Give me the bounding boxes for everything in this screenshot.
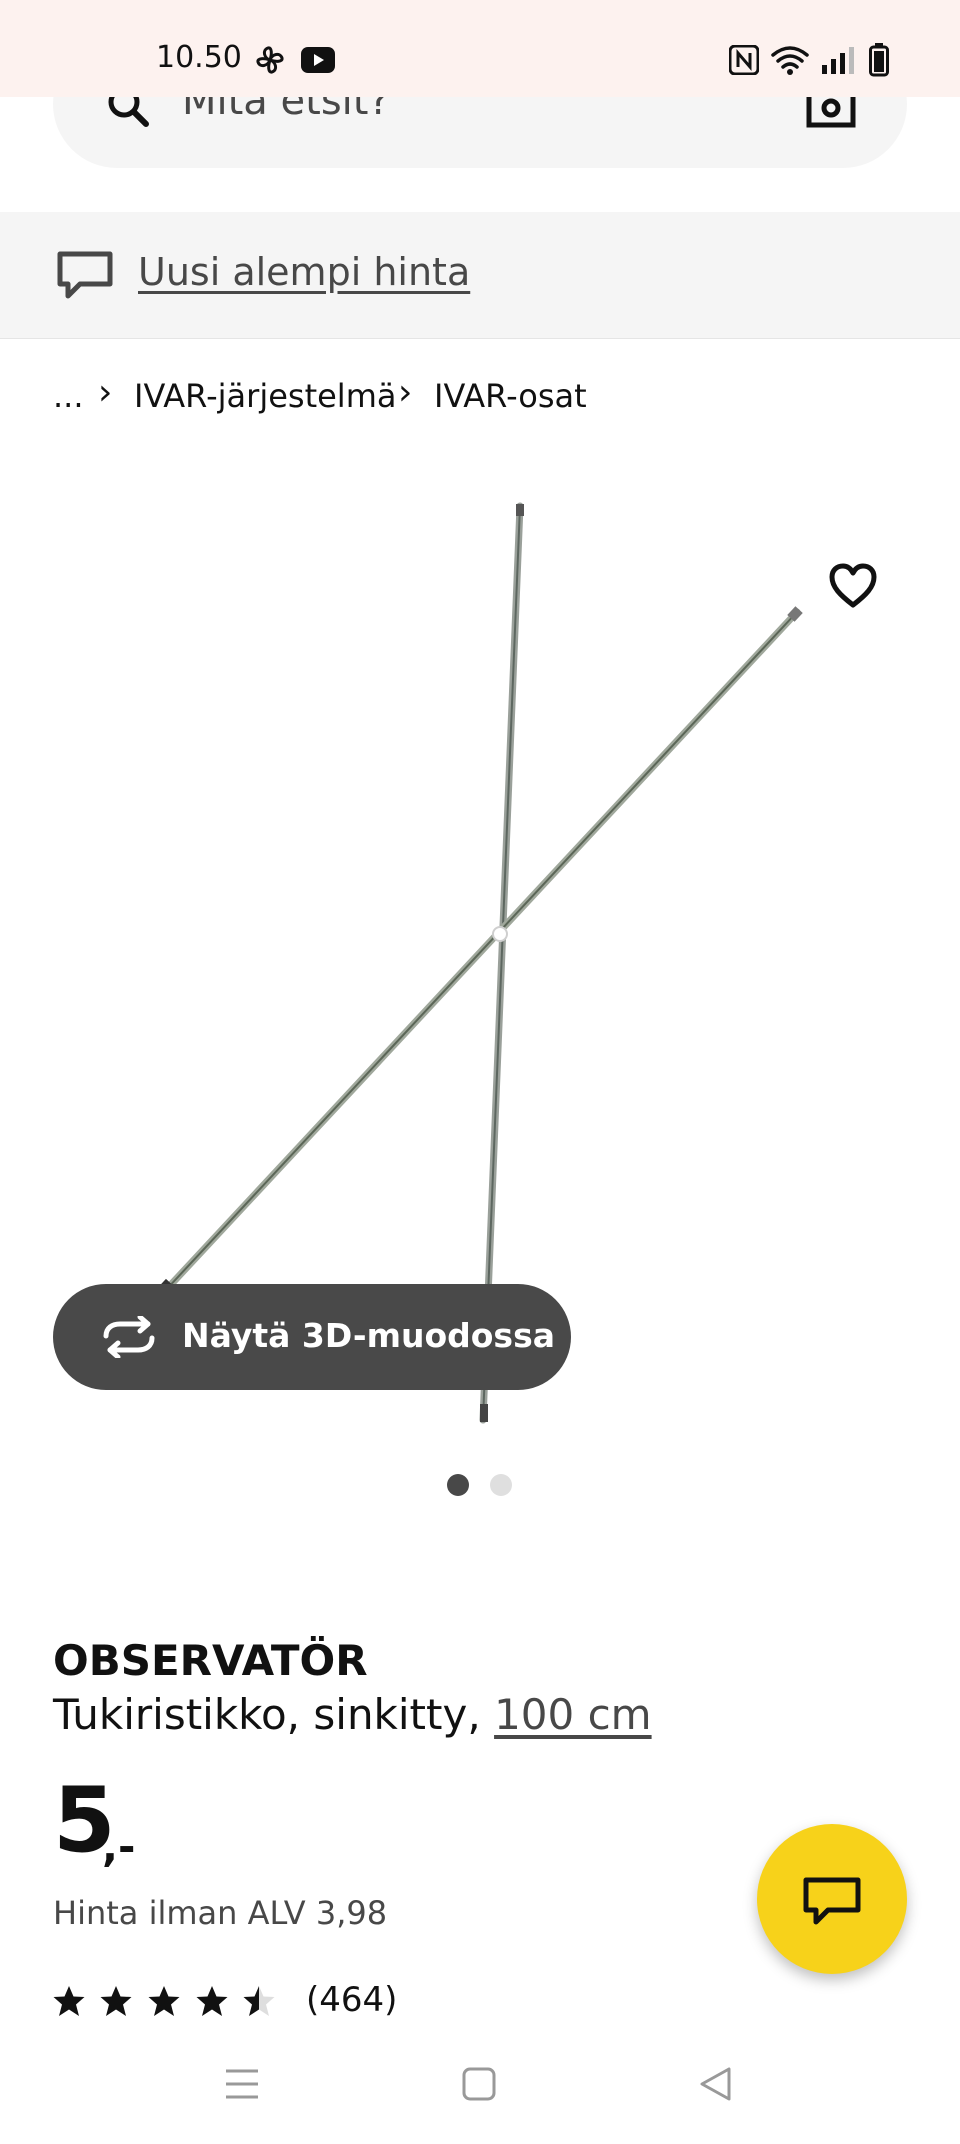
gallery-dot-2[interactable] — [490, 1474, 512, 1496]
notice-link[interactable]: Uusi alempi hinta — [138, 250, 470, 294]
gallery-dot-1[interactable] — [447, 1474, 469, 1496]
product-name: OBSERVATÖR — [53, 1636, 368, 1685]
chat-button[interactable] — [757, 1824, 907, 1974]
back-icon[interactable] — [696, 2066, 740, 2106]
rating-stars[interactable] — [53, 1982, 283, 2022]
fan-icon — [252, 44, 288, 76]
star-half-icon — [243, 1986, 275, 2016]
view-3d-label: Näytä 3D-muodossa — [182, 1316, 555, 1355]
menu-icon[interactable] — [222, 2066, 266, 2106]
heart-icon[interactable] — [828, 563, 878, 609]
star-icon — [148, 1986, 180, 2016]
status-bar — [0, 0, 960, 97]
chevron-right-icon: › — [98, 372, 113, 413]
product-description-text: Tukiristikko, sinkitty, — [53, 1690, 481, 1739]
review-count[interactable]: (464) — [306, 1980, 397, 2020]
star-icon — [53, 1986, 85, 2016]
product-description: Tukiristikko, sinkitty, 100 cm — [53, 1690, 652, 1739]
breadcrumb-ellipsis[interactable]: ... — [53, 377, 84, 415]
status-time: 10.50 — [156, 40, 242, 75]
star-icon — [196, 1986, 228, 2016]
chat-icon — [803, 1877, 861, 1925]
chevron-right-icon: › — [398, 372, 413, 413]
home-icon[interactable] — [460, 2066, 504, 2106]
chat-bubble-icon — [56, 250, 114, 300]
signal-icon — [820, 44, 856, 76]
battery-icon — [866, 43, 892, 77]
product-size-link[interactable]: 100 cm — [494, 1690, 652, 1739]
price-ex-vat: Hinta ilman ALV 3,98 — [53, 1894, 388, 1932]
youtube-icon — [300, 44, 336, 76]
price-suffix: ,- — [102, 1822, 136, 1871]
nfc-icon — [728, 44, 760, 76]
star-icon — [100, 1986, 132, 2016]
wifi-icon — [770, 44, 810, 76]
breadcrumb-item-ivar-osat[interactable]: IVAR-osat — [434, 377, 587, 415]
breadcrumb-item-ivar-jarjestelma[interactable]: IVAR-järjestelmä — [134, 377, 396, 415]
rotate-icon — [100, 1314, 158, 1360]
